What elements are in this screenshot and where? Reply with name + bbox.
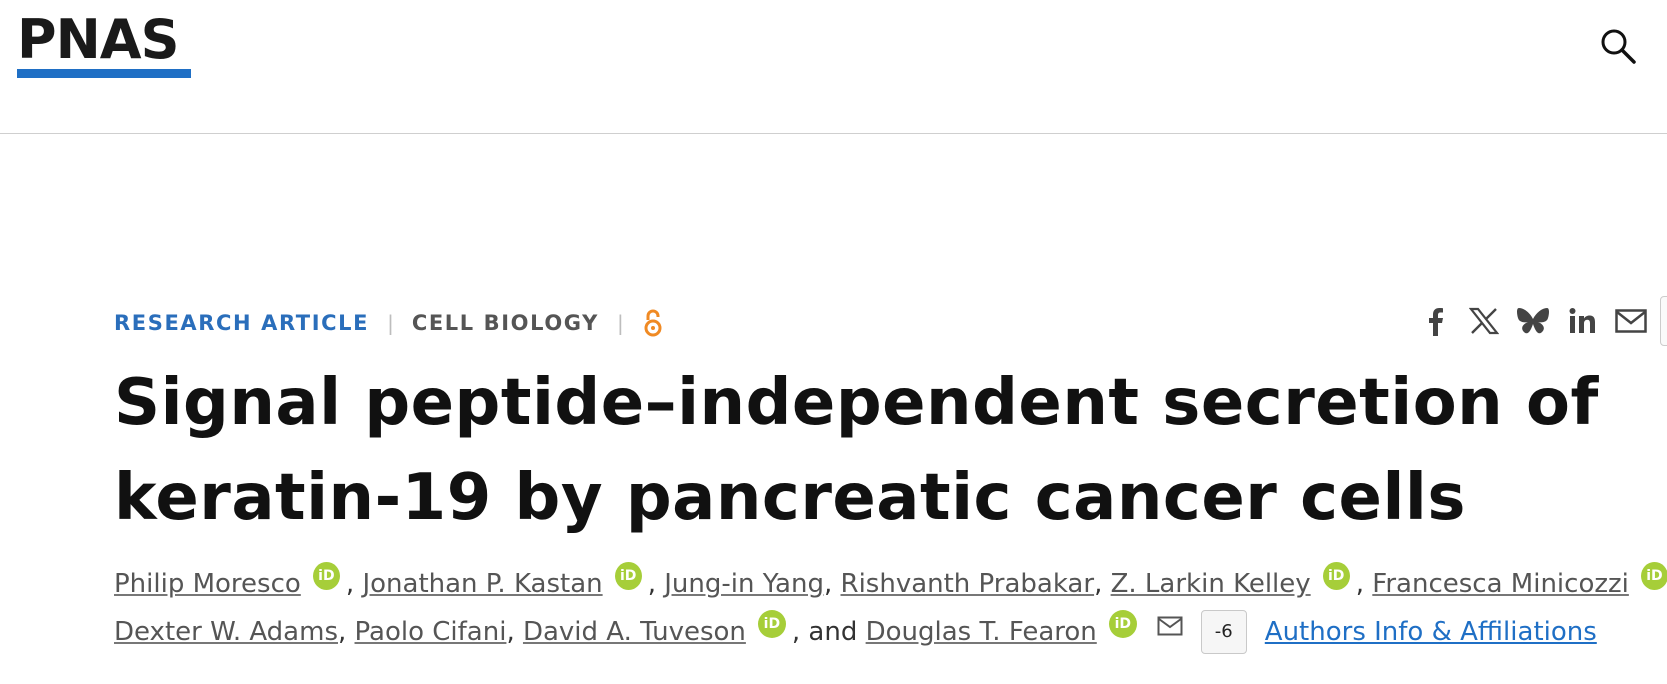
author-link[interactable]: Douglas T. Fearon [866,608,1097,656]
author-link[interactable]: Paolo Cifani [355,608,507,656]
author-link[interactable]: Philip Moresco [114,560,301,608]
article-meta: RESEARCH ARTICLE | CELL BIOLOGY | [114,305,664,341]
linkedin-icon[interactable] [1565,304,1599,338]
orcid-icon[interactable]: iD [312,562,340,590]
share-bar [1418,304,1663,338]
author-link[interactable]: Dexter W. Adams [114,608,338,656]
author-separator: , [1355,569,1365,599]
orcid-icon[interactable]: iD [1108,610,1137,638]
author-link[interactable]: Francesca Minicozzi [1372,560,1629,608]
meta-divider: | [387,311,394,335]
logo-text: PNAS [17,8,179,71]
author-list: Philip Moresco iD , Jonathan P. Kastan i… [114,560,1667,656]
author-separator: , [345,569,355,599]
bluesky-icon[interactable] [1516,304,1550,338]
author-count-toggle[interactable]: -6 [1200,610,1247,654]
author-separator: , [647,569,656,599]
author-separator: , [823,569,833,599]
corresponding-author-mail-icon[interactable] [1157,616,1183,636]
open-access-icon [642,308,664,338]
facebook-icon[interactable] [1418,304,1452,338]
share-overflow-button[interactable] [1660,296,1667,346]
author-separator: , [1094,569,1103,599]
author-link[interactable]: Rishvanth Prabakar [841,560,1095,608]
site-header: PNAS [0,0,1667,134]
article-title: Signal peptide–independent secretion of … [114,366,1599,535]
author-line-2: Dexter W. Adams, Paolo Cifani, David A. … [114,608,1667,656]
article-subject[interactable]: CELL BIOLOGY [412,311,599,335]
author-link[interactable]: David A. Tuveson [523,608,746,656]
x-icon[interactable] [1467,304,1501,338]
author-and: , and [791,617,858,647]
meta-divider: | [616,311,624,335]
search-icon[interactable] [1598,26,1638,66]
author-link[interactable]: Jung-in Yang [664,560,824,608]
article-type[interactable]: RESEARCH ARTICLE [114,311,369,335]
pnas-logo[interactable]: PNAS [17,8,192,78]
author-separator: , [337,617,347,647]
authors-info-affiliations-link[interactable]: Authors Info & Affiliations [1265,608,1597,656]
author-line-1: Philip Moresco iD , Jonathan P. Kastan i… [114,560,1667,608]
author-separator: , [506,617,515,647]
author-link[interactable]: Jonathan P. Kastan [362,560,602,608]
orcid-icon[interactable]: iD [614,562,642,590]
author-link[interactable]: Z. Larkin Kelley [1111,560,1311,608]
orcid-icon[interactable]: iD [1640,562,1667,590]
orcid-icon[interactable]: iD [1322,562,1350,590]
orcid-icon[interactable]: iD [757,610,786,638]
email-share-icon[interactable] [1614,304,1648,338]
